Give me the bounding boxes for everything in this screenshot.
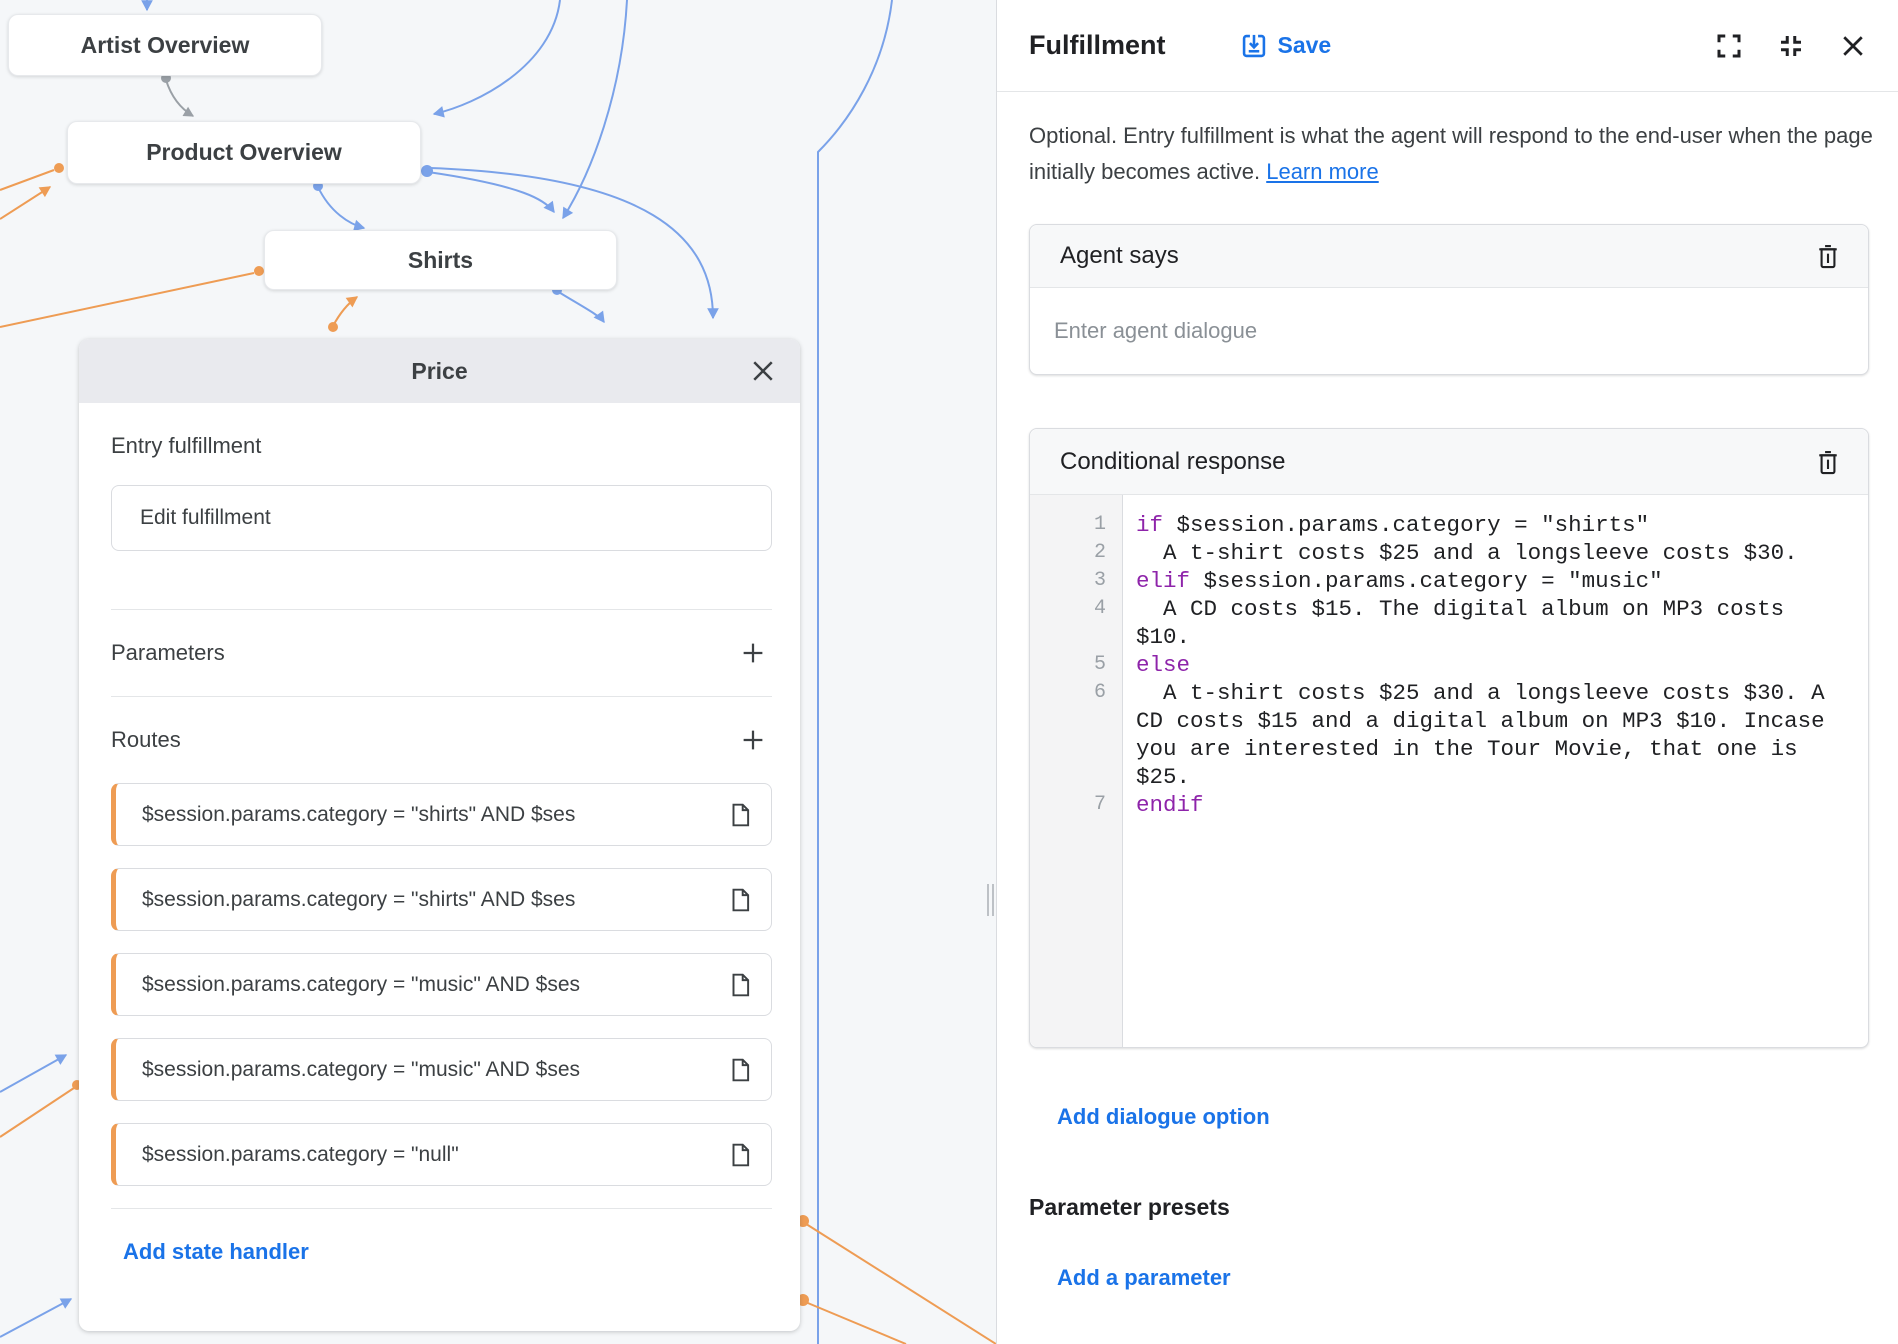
page-copy-icon[interactable] bbox=[727, 971, 753, 999]
route-condition: $session.params.category = "null" bbox=[142, 1143, 719, 1167]
add-state-handler-link[interactable]: Add state handler bbox=[123, 1239, 309, 1265]
page-copy-icon[interactable] bbox=[727, 1141, 753, 1169]
agent-says-header: Agent says bbox=[1030, 225, 1868, 288]
fullscreen-icon[interactable] bbox=[1714, 31, 1744, 61]
divider bbox=[111, 1208, 772, 1209]
edit-fulfillment-label: Edit fulfillment bbox=[140, 506, 271, 530]
entry-fulfillment-heading: Entry fulfillment bbox=[111, 433, 772, 459]
add-a-parameter-link[interactable]: Add a parameter bbox=[1057, 1265, 1231, 1291]
node-shirts-label: Shirts bbox=[408, 247, 473, 274]
routes-row: Routes bbox=[111, 697, 772, 783]
price-card-title: Price bbox=[411, 358, 467, 385]
parameter-presets-heading: Parameter presets bbox=[1029, 1194, 1898, 1221]
line-number: 7 bbox=[1030, 791, 1122, 819]
code-line: 6 A t-shirt costs $25 and a longsleeve c… bbox=[1030, 679, 1868, 791]
line-number: 2 bbox=[1030, 539, 1122, 567]
code-line: 7 endif bbox=[1030, 791, 1868, 819]
routes-list: $session.params.category = "shirts" AND … bbox=[111, 783, 772, 1186]
save-icon bbox=[1240, 32, 1268, 60]
route-condition: $session.params.category = "music" AND $… bbox=[142, 1058, 719, 1082]
add-parameter-plus-icon[interactable] bbox=[738, 638, 768, 668]
conditional-response-title: Conditional response bbox=[1060, 448, 1285, 476]
route-item[interactable]: $session.params.category = "null" bbox=[111, 1123, 772, 1186]
price-close-icon[interactable] bbox=[748, 356, 778, 386]
delete-agent-says-icon[interactable] bbox=[1814, 242, 1842, 270]
code-text: if $session.params.category = "shirts" bbox=[1136, 511, 1846, 539]
code-text: A t-shirt costs $25 and a longsleeve cos… bbox=[1136, 539, 1846, 567]
route-condition: $session.params.category = "shirts" AND … bbox=[142, 888, 719, 912]
code-text: else bbox=[1136, 651, 1846, 679]
route-item[interactable]: $session.params.category = "shirts" AND … bbox=[111, 868, 772, 931]
conditional-response-editor[interactable]: 1 if $session.params.category = "shirts"… bbox=[1030, 495, 1868, 1047]
code-text: A t-shirt costs $25 and a longsleeve cos… bbox=[1136, 679, 1846, 791]
save-button[interactable]: Save bbox=[1240, 32, 1332, 60]
conditional-response-card: Conditional response 1 if $session.param… bbox=[1029, 428, 1869, 1048]
route-item[interactable]: $session.params.category = "music" AND $… bbox=[111, 1038, 772, 1101]
line-number: 4 bbox=[1030, 595, 1122, 651]
price-card-header[interactable]: Price bbox=[79, 339, 800, 403]
parameters-heading: Parameters bbox=[111, 640, 225, 666]
line-number: 1 bbox=[1030, 511, 1122, 539]
route-item[interactable]: $session.params.category = "shirts" AND … bbox=[111, 783, 772, 846]
code-line: 2 A t-shirt costs $25 and a longsleeve c… bbox=[1030, 539, 1868, 567]
delete-conditional-response-icon[interactable] bbox=[1814, 448, 1842, 476]
route-condition: $session.params.category = "music" AND $… bbox=[142, 973, 719, 997]
parameters-row: Parameters bbox=[111, 610, 772, 696]
page-copy-icon[interactable] bbox=[727, 801, 753, 829]
node-product-overview[interactable]: Product Overview bbox=[67, 121, 421, 184]
agent-dialogue-input[interactable] bbox=[1054, 318, 1844, 344]
code-line: 1 if $session.params.category = "shirts" bbox=[1030, 511, 1868, 539]
add-dialogue-option-link[interactable]: Add dialogue option bbox=[1057, 1104, 1270, 1130]
line-number: 5 bbox=[1030, 651, 1122, 679]
code-line: 4 A CD costs $15. The digital album on M… bbox=[1030, 595, 1868, 651]
line-number: 3 bbox=[1030, 567, 1122, 595]
code-line: 3 elif $session.params.category = "music… bbox=[1030, 567, 1868, 595]
fulfillment-panel: Fulfillment Save bbox=[996, 0, 1898, 1344]
agent-says-card: Agent says bbox=[1029, 224, 1869, 375]
code-text: endif bbox=[1136, 791, 1846, 819]
code-text: A CD costs $15. The digital album on MP3… bbox=[1136, 595, 1846, 651]
save-button-label: Save bbox=[1278, 32, 1332, 59]
code-text: elif $session.params.category = "music" bbox=[1136, 567, 1846, 595]
fullscreen-exit-icon[interactable] bbox=[1776, 31, 1806, 61]
code-line: 5 else bbox=[1030, 651, 1868, 679]
panel-description: Optional. Entry fulfillment is what the … bbox=[1029, 118, 1878, 190]
flow-canvas[interactable]: Artist Overview Product Overview Shirts … bbox=[0, 0, 996, 1344]
close-icon[interactable] bbox=[1838, 31, 1868, 61]
routes-heading: Routes bbox=[111, 727, 181, 753]
node-product-overview-label: Product Overview bbox=[146, 139, 342, 166]
add-route-plus-icon[interactable] bbox=[738, 725, 768, 755]
agent-dialogue-field-wrap bbox=[1030, 288, 1868, 374]
panel-title: Fulfillment bbox=[1029, 30, 1166, 61]
agent-says-title: Agent says bbox=[1060, 242, 1179, 270]
edit-fulfillment-button[interactable]: Edit fulfillment bbox=[111, 485, 772, 551]
panel-description-text: Optional. Entry fulfillment is what the … bbox=[1029, 123, 1873, 184]
route-condition: $session.params.category = "shirts" AND … bbox=[142, 803, 719, 827]
page-copy-icon[interactable] bbox=[727, 886, 753, 914]
route-item[interactable]: $session.params.category = "music" AND $… bbox=[111, 953, 772, 1016]
price-page-card: Price Entry fulfillment Edit fulfillment… bbox=[79, 339, 800, 1331]
node-artist-overview-label: Artist Overview bbox=[81, 32, 250, 59]
node-artist-overview[interactable]: Artist Overview bbox=[8, 14, 322, 76]
fulfillment-panel-header: Fulfillment Save bbox=[997, 0, 1898, 92]
conditional-response-header: Conditional response bbox=[1030, 429, 1868, 495]
panel-resize-handle[interactable] bbox=[987, 884, 996, 916]
line-number: 6 bbox=[1030, 679, 1122, 791]
learn-more-link[interactable]: Learn more bbox=[1266, 159, 1379, 184]
node-shirts[interactable]: Shirts bbox=[264, 230, 617, 290]
page-copy-icon[interactable] bbox=[727, 1056, 753, 1084]
